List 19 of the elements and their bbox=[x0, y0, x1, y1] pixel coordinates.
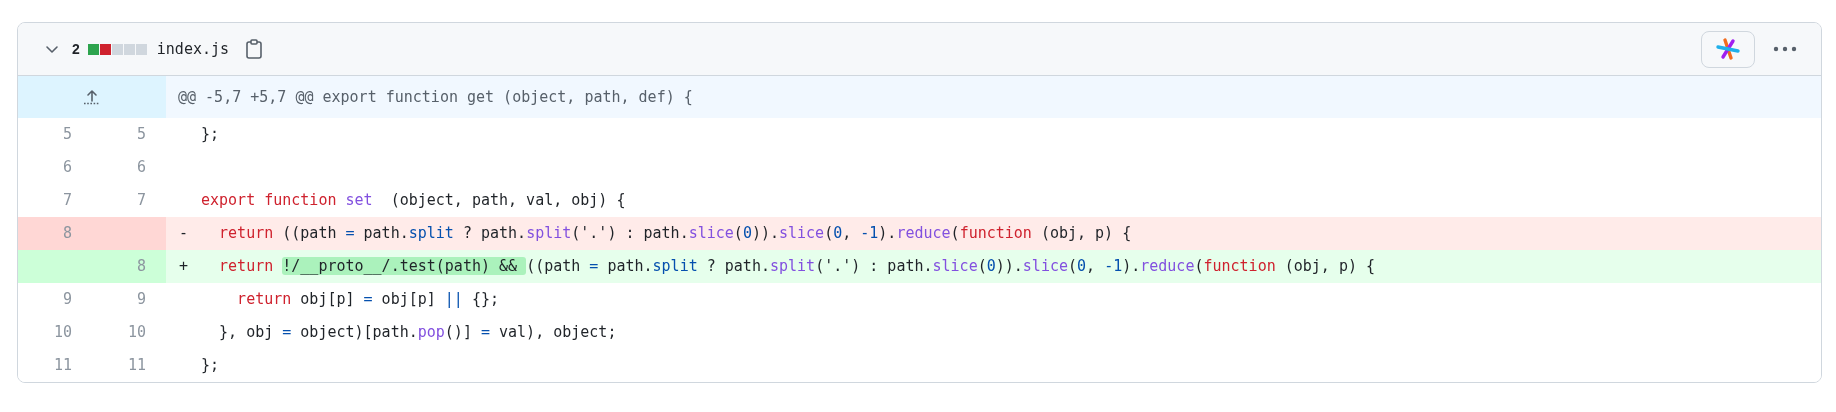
line-number: 8 bbox=[92, 250, 166, 283]
code-text: return ((path = path.split ? path.split('.') : path.slice(0)).slice(0, -1).reduce(function (obj, p) { bbox=[218, 223, 1132, 245]
line-number: 8 bbox=[18, 217, 92, 250]
change-count: 2 bbox=[72, 39, 80, 59]
code-text: return !/__proto__/.test(path) && ((path = path.split ? path.split('.') : path.slice(0)).slice(0, -1).reduce(function (obj, p) { bbox=[218, 256, 1376, 278]
expand-up-icon bbox=[83, 89, 101, 105]
diff-sign: - bbox=[179, 224, 189, 243]
diff-sign: + bbox=[179, 257, 189, 276]
more-icon bbox=[1773, 46, 1797, 52]
assistant-button[interactable] bbox=[1701, 30, 1755, 68]
code-text: }; bbox=[201, 355, 220, 377]
code-text: }, obj = object)[path.pop()] = val), object; bbox=[218, 322, 617, 344]
clipboard-icon bbox=[246, 39, 263, 59]
asterisk-icon bbox=[1715, 36, 1741, 62]
code-text: export function set (object, path, val, obj) { bbox=[201, 190, 626, 212]
hunk-header: @@ -5,7 +5,7 @@ export function get (object, path, def) { bbox=[166, 76, 1821, 118]
code-text: }; bbox=[201, 124, 220, 146]
file-name: index.js bbox=[156, 38, 230, 60]
code-text: return obj[p] = obj[p] || {}; bbox=[236, 289, 500, 311]
